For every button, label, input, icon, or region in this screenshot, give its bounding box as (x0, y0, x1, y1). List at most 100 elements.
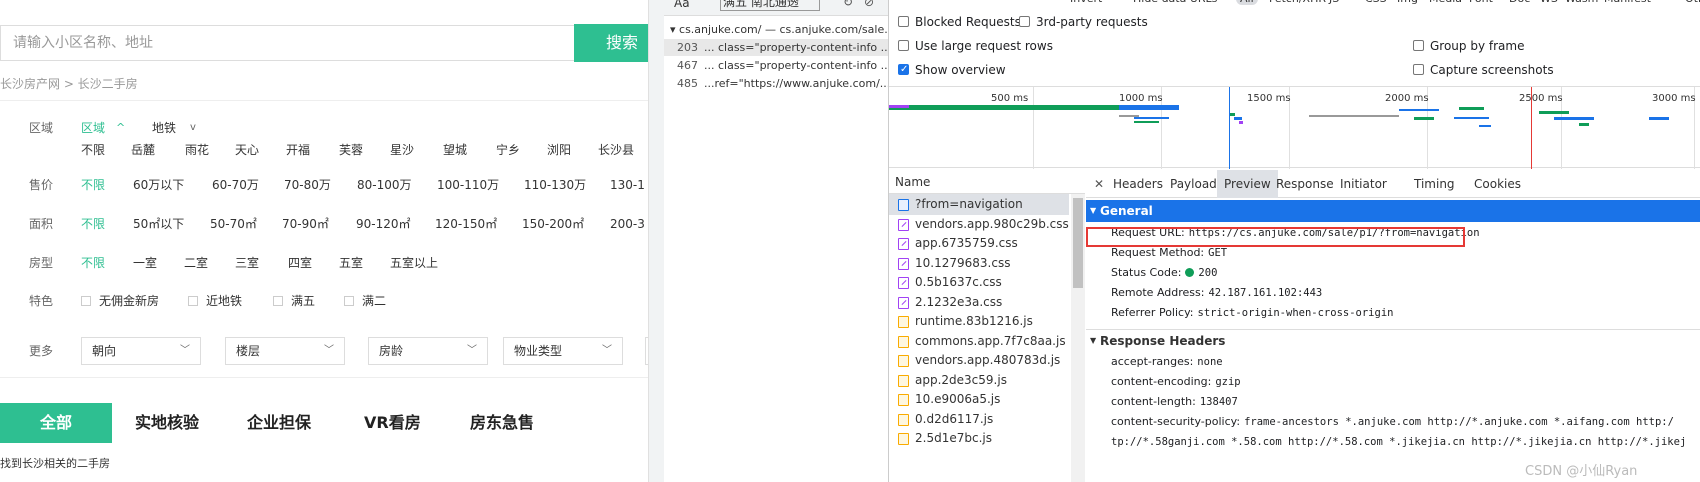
filter-option[interactable]: 一室 (133, 253, 157, 273)
request-row[interactable]: 2.5d1e7bc.js (889, 428, 1069, 449)
scrollbar-thumb[interactable] (1073, 198, 1083, 288)
type-filter-fetch-xhr[interactable]: Fetch/XHR (1269, 0, 1326, 5)
listing-tab[interactable]: 实地核验 (135, 403, 199, 443)
filter-option[interactable]: 200-3 (610, 214, 645, 234)
filter-option[interactable]: 星沙 (390, 140, 414, 160)
blocked-requests-option[interactable]: Blocked Requests (898, 14, 1021, 30)
request-list-scrollbar[interactable] (1071, 194, 1085, 482)
filter-option[interactable]: 80-100万 (357, 175, 412, 195)
clear-icon[interactable]: ⊘ (864, 0, 874, 9)
listing-tab[interactable]: 企业担保 (247, 403, 311, 443)
filter-option[interactable]: 120-150㎡ (435, 214, 497, 234)
request-row[interactable]: 10.e9006a5.js (889, 389, 1069, 410)
request-row[interactable]: ?from=navigation (889, 194, 1069, 215)
listing-tab[interactable]: VR看房 (364, 403, 421, 443)
filter-option[interactable]: 开福 (286, 140, 310, 160)
detail-tab-timing[interactable]: Timing (1407, 170, 1462, 198)
match-case-toggle[interactable]: Aa (674, 0, 690, 10)
filter-option[interactable]: 宁乡 (496, 140, 520, 160)
type-filter-ws[interactable]: WS (1540, 0, 1558, 5)
search-result-line[interactable]: 203 ... class="property-content-info ... (664, 39, 888, 56)
filter-option[interactable]: 不限 (81, 214, 105, 234)
filter-option[interactable]: 70-90㎡ (282, 214, 329, 234)
search-result-line[interactable]: 485 ...ref="https://www.anjuke.com/... (664, 75, 888, 92)
feature-checkbox[interactable]: 近地铁 (188, 291, 242, 311)
search-result-line[interactable]: 467 ... class="property-content-info ... (664, 57, 888, 74)
refresh-icon[interactable]: ↻ (843, 0, 853, 9)
type-filter-media[interactable]: Media (1429, 0, 1462, 5)
filter-option[interactable]: 五室 (339, 253, 363, 273)
checkbox-icon[interactable] (273, 296, 283, 306)
checkbox-icon[interactable] (1413, 64, 1424, 75)
type-filter-doc[interactable]: Doc (1509, 0, 1530, 5)
search-result-file[interactable]: ▾ cs.anjuke.com/ — cs.anjuke.com/sale... (670, 23, 888, 36)
type-filter-all[interactable]: All (1236, 0, 1258, 5)
checkbox-icon[interactable] (188, 296, 198, 306)
filter-option[interactable]: 三室 (235, 253, 259, 273)
type-filter-font[interactable]: Font (1469, 0, 1493, 5)
filter-option[interactable]: 90-120㎡ (356, 214, 411, 234)
checkbox-icon[interactable] (898, 16, 909, 27)
group-by-frame-option[interactable]: Group by frame (1413, 38, 1524, 54)
filter-option[interactable]: 110-130万 (524, 175, 586, 195)
third-party-option[interactable]: 3rd-party requests (1019, 14, 1148, 30)
show-overview-option[interactable]: Show overview (898, 62, 1006, 78)
checkbox-icon[interactable] (1019, 16, 1030, 27)
request-row[interactable]: 0.5b1637c.css (889, 272, 1069, 293)
filter-option[interactable]: 雨花 (185, 140, 209, 160)
request-row[interactable]: 0.d2d6117.js (889, 409, 1069, 430)
type-filter-css[interactable]: CSS (1365, 0, 1387, 5)
type-filter-other[interactable]: Other (1685, 0, 1700, 5)
filter-option[interactable]: 芙蓉 (339, 140, 363, 160)
type-filter-hide-data-urls[interactable]: Hide data URLs (1133, 0, 1217, 5)
filter-option[interactable]: 100-110万 (437, 175, 499, 195)
detail-tab-initiator[interactable]: Initiator (1333, 170, 1394, 198)
filter-option[interactable]: 不限 (81, 253, 105, 273)
type-filter-img[interactable]: Img (1397, 0, 1418, 5)
filter-option[interactable]: 50㎡以下 (133, 214, 184, 234)
type-filter-js[interactable]: JS (1329, 0, 1339, 5)
request-row[interactable]: app.2de3c59.js (889, 370, 1069, 391)
request-row[interactable]: commons.app.7f7c8aa.js (889, 331, 1069, 352)
filter-option[interactable]: 望城 (443, 140, 467, 160)
filter-option[interactable]: 150-200㎡ (522, 214, 584, 234)
filter-option[interactable]: 五室以上 (390, 253, 438, 273)
checkbox-checked-icon[interactable] (898, 62, 909, 78)
filter-option[interactable]: 不限 (81, 140, 105, 160)
filter-option[interactable]: 浏阳 (547, 140, 571, 160)
request-row[interactable]: 10.1279683.css (889, 253, 1069, 274)
search-button[interactable]: 搜索 (574, 24, 648, 62)
listing-tab[interactable]: 房东急售 (470, 403, 534, 443)
filter-option[interactable]: 60-70万 (212, 175, 259, 195)
region-tab-subway[interactable]: 地铁 (152, 118, 176, 138)
request-row[interactable]: runtime.83b1216.js (889, 311, 1069, 332)
capture-screenshots-option[interactable]: Capture screenshots (1413, 62, 1554, 78)
filter-dropdown[interactable]: 朝向 ﹀ (81, 337, 201, 365)
detail-tab-cookies[interactable]: Cookies (1467, 170, 1528, 198)
filter-option[interactable]: 岳麓 (131, 140, 155, 160)
filter-dropdown[interactable]: 房龄 ﹀ (368, 337, 488, 365)
filter-option[interactable]: 130-1 (610, 175, 645, 195)
filter-option[interactable]: 长沙县 (598, 140, 634, 160)
checkbox-icon[interactable] (81, 296, 91, 306)
feature-checkbox[interactable]: 无佣金新房 (81, 291, 159, 311)
filter-option[interactable]: 四室 (288, 253, 312, 273)
filter-option[interactable]: 二室 (184, 253, 208, 273)
large-rows-option[interactable]: Use large request rows (898, 38, 1053, 54)
region-tab-area[interactable]: 区域 (81, 118, 105, 138)
checkbox-icon[interactable] (898, 40, 909, 51)
timeline-overview[interactable]: 500 ms 1000 ms 1500 ms 2000 ms 2500 ms 3000 m… (889, 86, 1700, 169)
response-headers-section-header[interactable]: ▼ Response Headers (1086, 329, 1700, 351)
detail-tab-response[interactable]: Response (1269, 170, 1341, 198)
detail-tab-payload[interactable]: Payload (1163, 170, 1224, 198)
feature-checkbox[interactable]: 满五 (273, 291, 315, 311)
listing-tab[interactable]: 全部 (0, 403, 112, 443)
devtools-search-input[interactable]: 满五 南北通透 (720, 0, 820, 11)
request-row[interactable]: 2.1232e3a.css (889, 292, 1069, 313)
request-row[interactable]: vendors.app.480783d.js (889, 350, 1069, 371)
filter-dropdown[interactable]: 物业类型 ﹀ (503, 337, 623, 365)
detail-tab-headers[interactable]: Headers (1106, 170, 1170, 198)
checkbox-icon[interactable] (344, 296, 354, 306)
type-filter-invert[interactable]: Invert (1070, 0, 1102, 5)
request-row[interactable]: app.6735759.css (889, 233, 1069, 254)
